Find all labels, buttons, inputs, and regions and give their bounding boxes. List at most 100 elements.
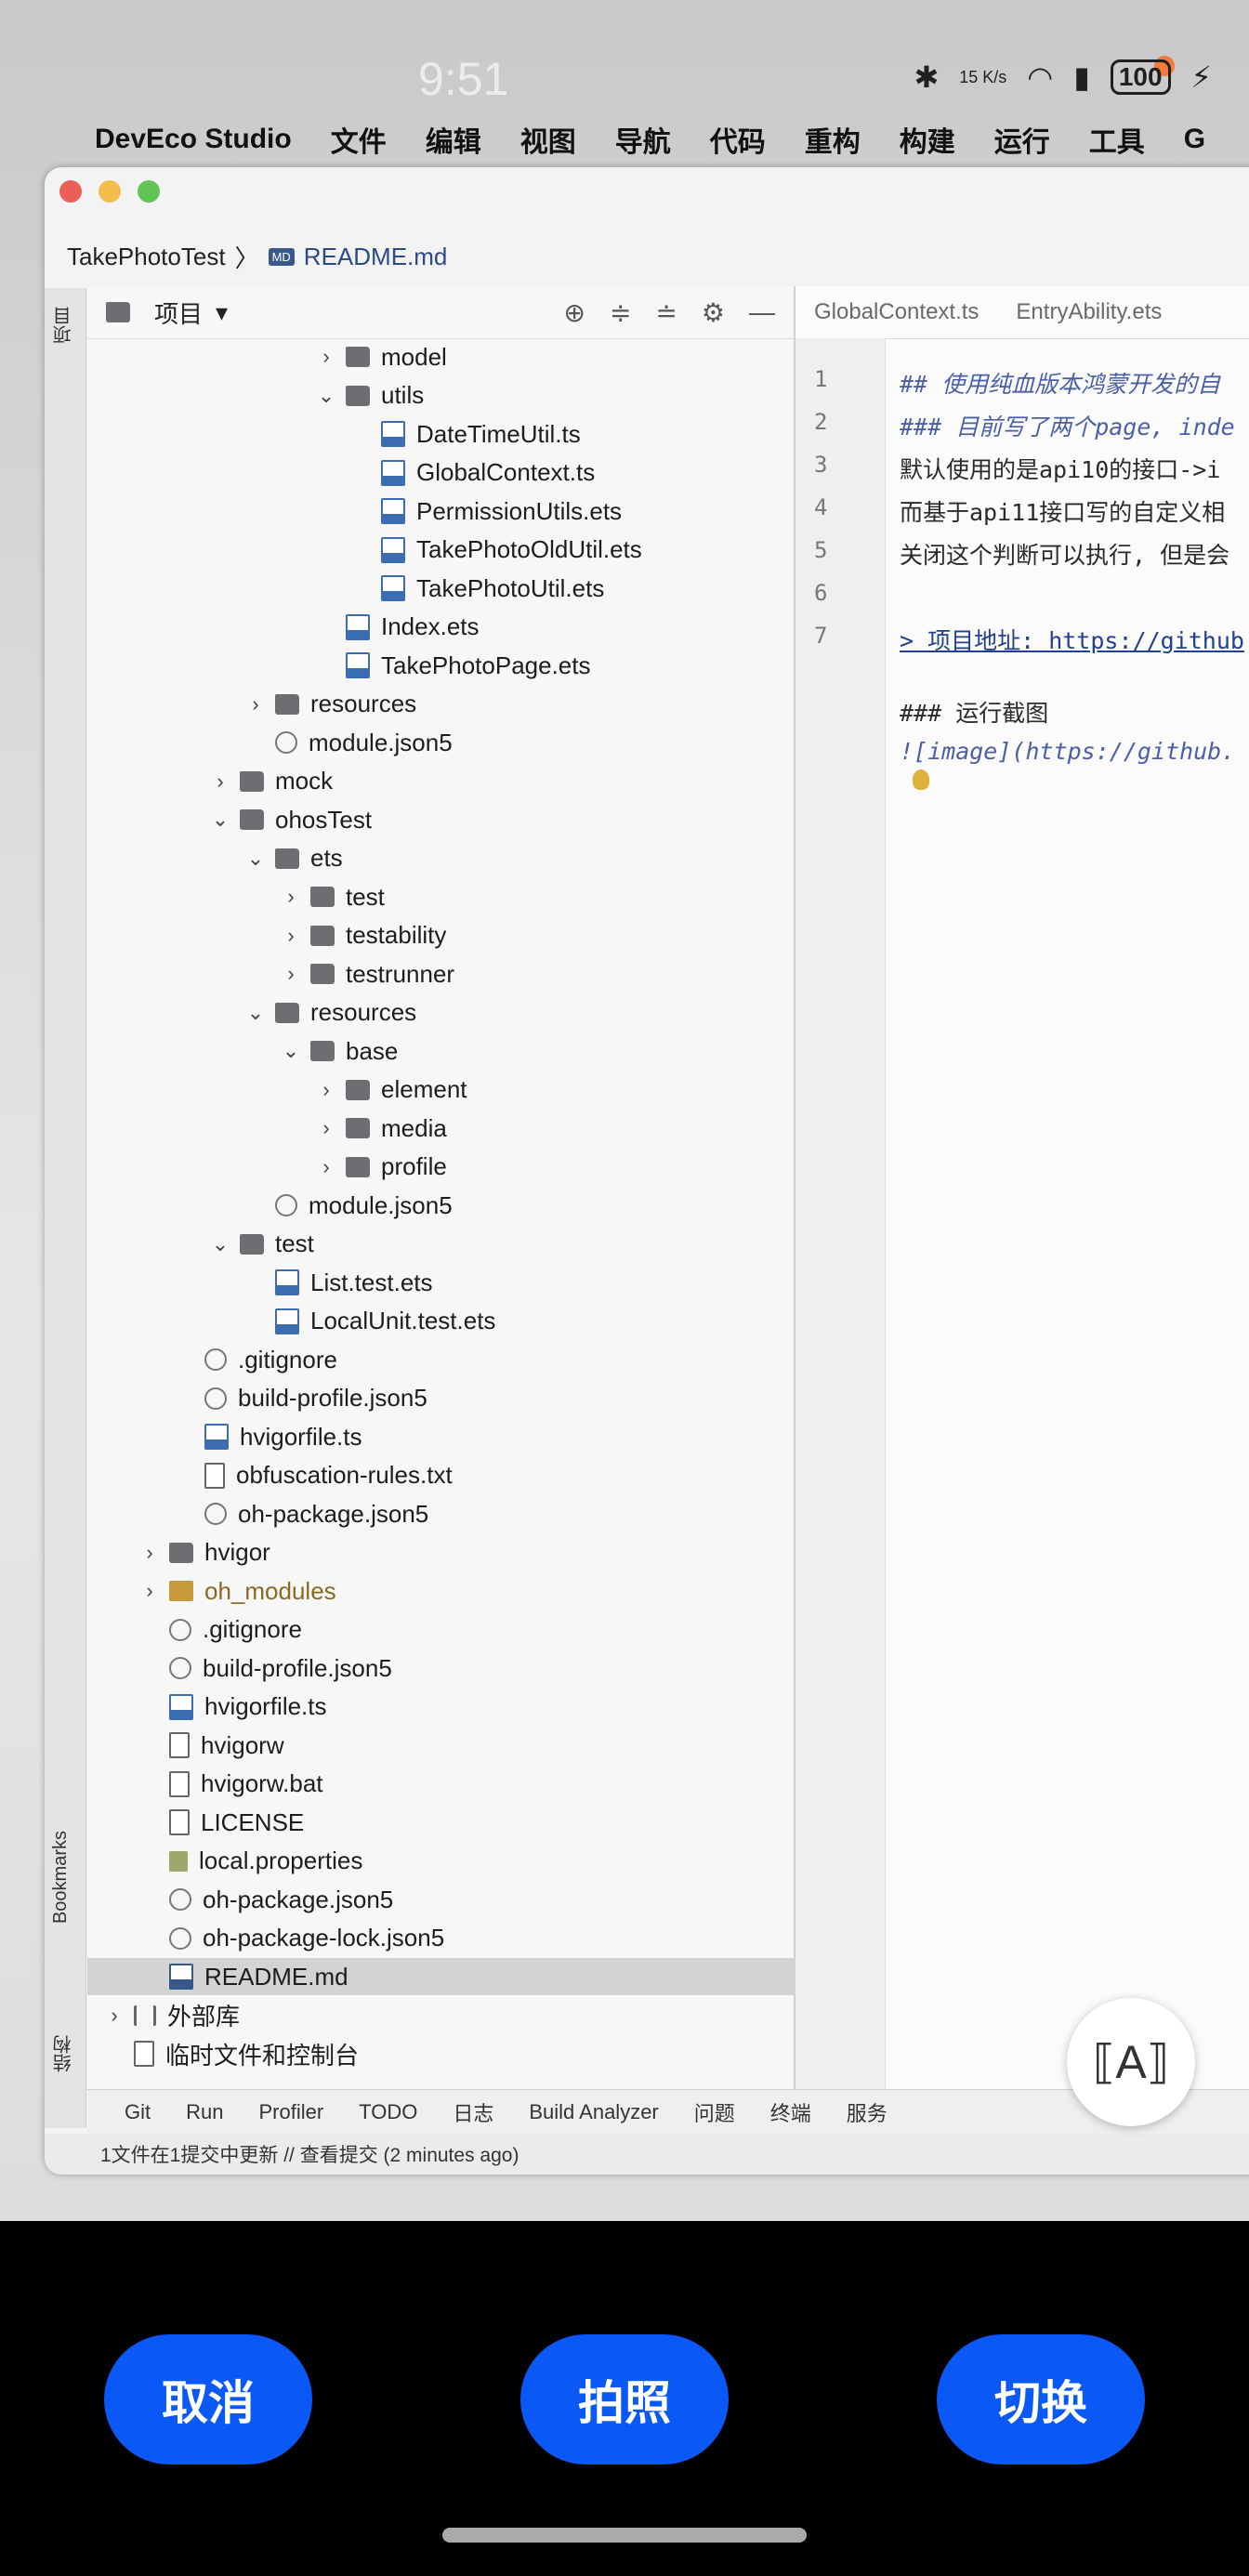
tool-window-bar: Git Run Profiler TODO 日志 Build Analyzer … xyxy=(87,2089,1249,2135)
code-line: ![image](https://github. xyxy=(900,738,1236,765)
text-recognition-button[interactable]: ⟦A⟧ xyxy=(1067,1998,1195,2126)
tree-item[interactable]: build-profile.json5 xyxy=(87,1649,846,1687)
tree-item-label: List.test.ets xyxy=(310,1268,433,1296)
folder-icon xyxy=(346,385,370,406)
tree-item-label: build-profile.json5 xyxy=(238,1384,427,1412)
chevron-right-icon[interactable]: › xyxy=(104,2004,125,2028)
tree-item[interactable]: hvigorfile.ts xyxy=(87,1689,846,1726)
tree-item[interactable]: › 外部库 xyxy=(87,1997,810,2034)
editor-tabs: GlobalContext.ts EntryAbility.ets xyxy=(795,286,1249,339)
folder-icon xyxy=(240,809,264,830)
tool-window-strip: 项目 Bookmarks 结构 xyxy=(45,288,86,2128)
charging-icon: ⚡ xyxy=(1190,60,1212,94)
tab-globalcontext: GlobalContext.ts xyxy=(814,299,979,324)
tool-todo: TODO xyxy=(359,2100,418,2123)
breadcrumb-file: README.md xyxy=(303,243,448,270)
tree-item-label: module.json5 xyxy=(309,1190,453,1219)
chevron-right-icon[interactable]: › xyxy=(245,692,266,716)
project-panel-title: 项目 xyxy=(154,299,204,328)
code-line: 关闭这个判断可以执行, 但是会 xyxy=(900,542,1230,569)
chevron-right-icon[interactable]: › xyxy=(316,345,336,369)
tree-item-label: oh_modules xyxy=(204,1576,336,1605)
tree-item[interactable]: 临时文件和控制台 xyxy=(87,2035,810,2072)
project-tool-label: 项目 xyxy=(54,307,74,344)
breadcrumb: TakePhotoTest 〉 MD README.md xyxy=(67,240,447,274)
bluetooth-icon: ✱ xyxy=(914,60,940,94)
tree-item[interactable]: hvigorw.bat xyxy=(87,1766,846,1803)
tree-item[interactable]: oh-package.json5 xyxy=(87,1881,846,1918)
structure-tool-label: 结构 xyxy=(54,2035,74,2072)
tree-item[interactable]: LICENSE xyxy=(87,1804,846,1841)
tree-item-label: local.properties xyxy=(199,1847,363,1874)
tree-item[interactable]: ⌄ ohosTest xyxy=(87,801,916,838)
folder-y-icon xyxy=(169,1581,193,1601)
menu-view: 视图 xyxy=(519,127,576,158)
line-number: 6 xyxy=(814,580,828,606)
chevron-down-icon[interactable]: ⌄ xyxy=(210,1232,230,1256)
menu-run: 运行 xyxy=(993,127,1050,158)
ets-icon xyxy=(275,1269,299,1295)
bookmarks-tool-label: Bookmarks xyxy=(50,1831,71,1925)
tree-item[interactable]: › hvigor xyxy=(87,1534,846,1571)
ide-status-line: 1文件在1提交中更新 // 查看提交 (2 minutes ago) xyxy=(45,2134,1249,2175)
tree-item-label: testability xyxy=(346,921,447,949)
switch-camera-button[interactable]: 切换 xyxy=(937,2334,1145,2464)
chevron-right-icon[interactable]: › xyxy=(210,769,230,794)
ets-icon xyxy=(381,498,405,524)
json-icon xyxy=(275,1194,297,1216)
cancel-button[interactable]: 取消 xyxy=(104,2334,312,2464)
tree-item[interactable]: obfuscation-rules.txt xyxy=(87,1457,881,1494)
tree-item[interactable]: .gitignore xyxy=(87,1341,881,1378)
code-line: 默认使用的是api10的接口->i xyxy=(900,456,1221,483)
folder-icon xyxy=(240,770,264,792)
home-indicator[interactable] xyxy=(442,2528,807,2543)
net-speed: 15 K/s xyxy=(959,67,1007,86)
ide-window: TakePhotoTest 〉 MD README.md 项目 Bookmark… xyxy=(45,167,1249,2175)
collapse-all-icon: ≐ xyxy=(655,297,677,327)
tree-item[interactable]: oh-package.json5 xyxy=(87,1495,881,1532)
folder-icon xyxy=(310,964,335,984)
chevron-right-icon[interactable]: › xyxy=(281,924,301,948)
tool-services: 服务 xyxy=(846,2102,887,2125)
chevron-right-icon[interactable]: › xyxy=(139,1541,160,1565)
chevron-down-icon[interactable]: ⌄ xyxy=(210,808,230,832)
tree-item[interactable]: README.md xyxy=(87,1958,846,1995)
chevron-right-icon[interactable]: › xyxy=(316,1116,336,1140)
json-icon xyxy=(204,1348,227,1371)
project-panel-header: 项目 ▾ ⊕ ≑ ≐ ⚙ — xyxy=(87,286,794,339)
json-icon xyxy=(275,731,297,754)
tree-item[interactable]: › oh_modules xyxy=(87,1572,846,1610)
chevron-down-icon[interactable]: ⌄ xyxy=(316,384,336,408)
battery-icon: 100 xyxy=(1110,59,1171,95)
chevron-down-icon[interactable]: ⌄ xyxy=(245,1001,266,1025)
chevron-right-icon[interactable]: › xyxy=(316,1078,336,1102)
chevron-right-icon[interactable]: › xyxy=(281,962,301,986)
tree-item[interactable]: ⌄ test xyxy=(87,1226,916,1263)
window-controls xyxy=(59,180,160,203)
chevron-right-icon[interactable]: › xyxy=(281,885,301,909)
tree-item[interactable]: build-profile.json5 xyxy=(87,1380,881,1417)
tree-item-label: oh-package.json5 xyxy=(203,1885,394,1913)
tree-item-label: testrunner xyxy=(346,959,455,988)
tree-item-label: profile xyxy=(381,1152,447,1180)
tree-item[interactable]: local.properties xyxy=(87,1843,846,1880)
tree-item-label: build-profile.json5 xyxy=(203,1653,392,1682)
tree-item[interactable]: hvigorfile.ts xyxy=(87,1418,881,1455)
code-line: ### 目前写了两个page, inde xyxy=(900,414,1235,440)
tree-item-label: hvigorw.bat xyxy=(201,1769,323,1797)
menu-tools: 工具 xyxy=(1088,127,1145,158)
tree-item-label: TakePhotoPage.ets xyxy=(381,651,591,679)
tree-item[interactable]: › mock xyxy=(87,763,916,800)
tree-item-label: obfuscation-rules.txt xyxy=(236,1461,453,1489)
tree-item[interactable]: hvigorw xyxy=(87,1727,846,1764)
ts-icon xyxy=(381,459,405,486)
chevron-down-icon[interactable]: ⌄ xyxy=(281,1039,301,1063)
tree-item[interactable]: .gitignore xyxy=(87,1611,846,1649)
chevron-right-icon[interactable]: › xyxy=(139,1579,160,1603)
shutter-button[interactable]: 拍照 xyxy=(520,2334,729,2464)
tree-item[interactable]: oh-package-lock.json5 xyxy=(87,1920,846,1957)
chevron-down-icon[interactable]: ⌄ xyxy=(245,847,266,871)
tree-item-label: Index.ets xyxy=(381,612,480,640)
folder-icon xyxy=(310,925,335,946)
chevron-right-icon[interactable]: › xyxy=(316,1155,336,1179)
